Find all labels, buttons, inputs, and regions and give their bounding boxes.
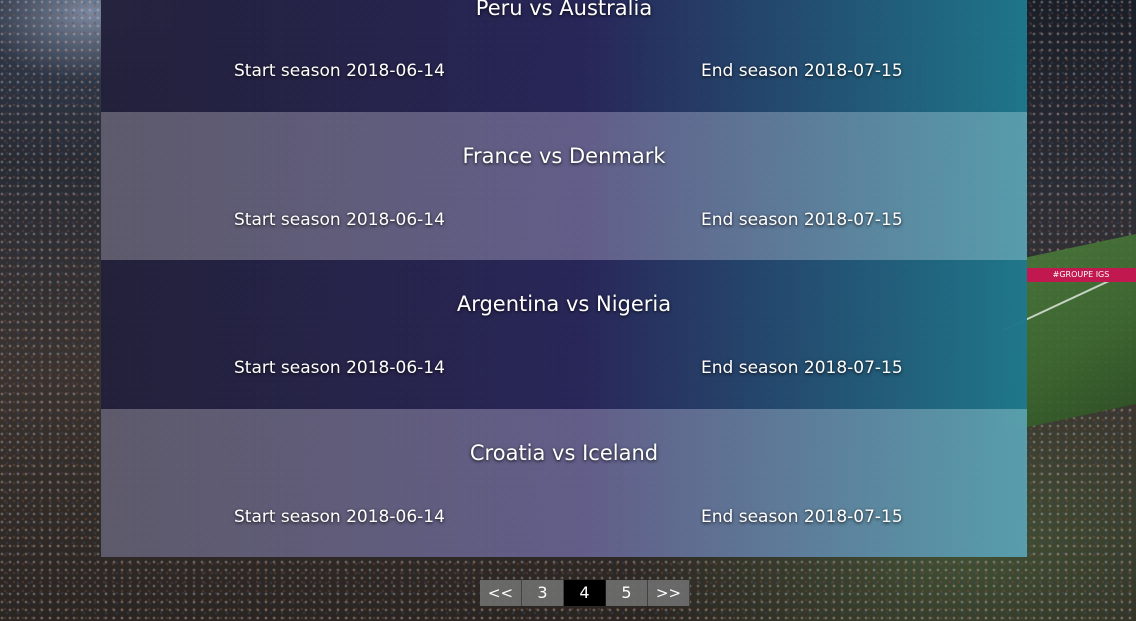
- stadium-background: #GROUPE IGS Peru vs Australia Start seas…: [0, 0, 1136, 621]
- end-season: End season 2018-07-15: [701, 61, 903, 81]
- start-season: Start season 2018-06-14: [234, 507, 445, 527]
- page-button-4-current[interactable]: 4: [564, 580, 606, 606]
- start-season: Start season 2018-06-14: [234, 358, 445, 378]
- match-title: Argentina vs Nigeria: [456, 292, 672, 316]
- match-card[interactable]: Croatia vs Iceland Start season 2018-06-…: [101, 409, 1027, 557]
- match-card[interactable]: Peru vs Australia Start season 2018-06-1…: [101, 0, 1027, 112]
- start-season: Start season 2018-06-14: [234, 61, 445, 81]
- prev-page-button[interactable]: <<: [480, 580, 522, 606]
- page-button-3[interactable]: 3: [522, 580, 564, 606]
- page-button-5[interactable]: 5: [606, 580, 648, 606]
- match-title: Peru vs Australia: [475, 0, 653, 20]
- match-card[interactable]: France vs Denmark Start season 2018-06-1…: [101, 112, 1027, 260]
- ad-board: #GROUPE IGS: [1026, 268, 1136, 282]
- match-list: Peru vs Australia Start season 2018-06-1…: [101, 0, 1027, 557]
- end-season: End season 2018-07-15: [701, 210, 903, 230]
- match-card[interactable]: Argentina vs Nigeria Start season 2018-0…: [101, 260, 1027, 409]
- next-page-button[interactable]: >>: [648, 580, 690, 606]
- pagination: << 3 4 5 >>: [480, 580, 690, 606]
- end-season: End season 2018-07-15: [701, 358, 903, 378]
- start-season: Start season 2018-06-14: [234, 210, 445, 230]
- match-title: Croatia vs Iceland: [469, 441, 659, 465]
- end-season: End season 2018-07-15: [701, 507, 903, 527]
- match-title: France vs Denmark: [462, 144, 666, 168]
